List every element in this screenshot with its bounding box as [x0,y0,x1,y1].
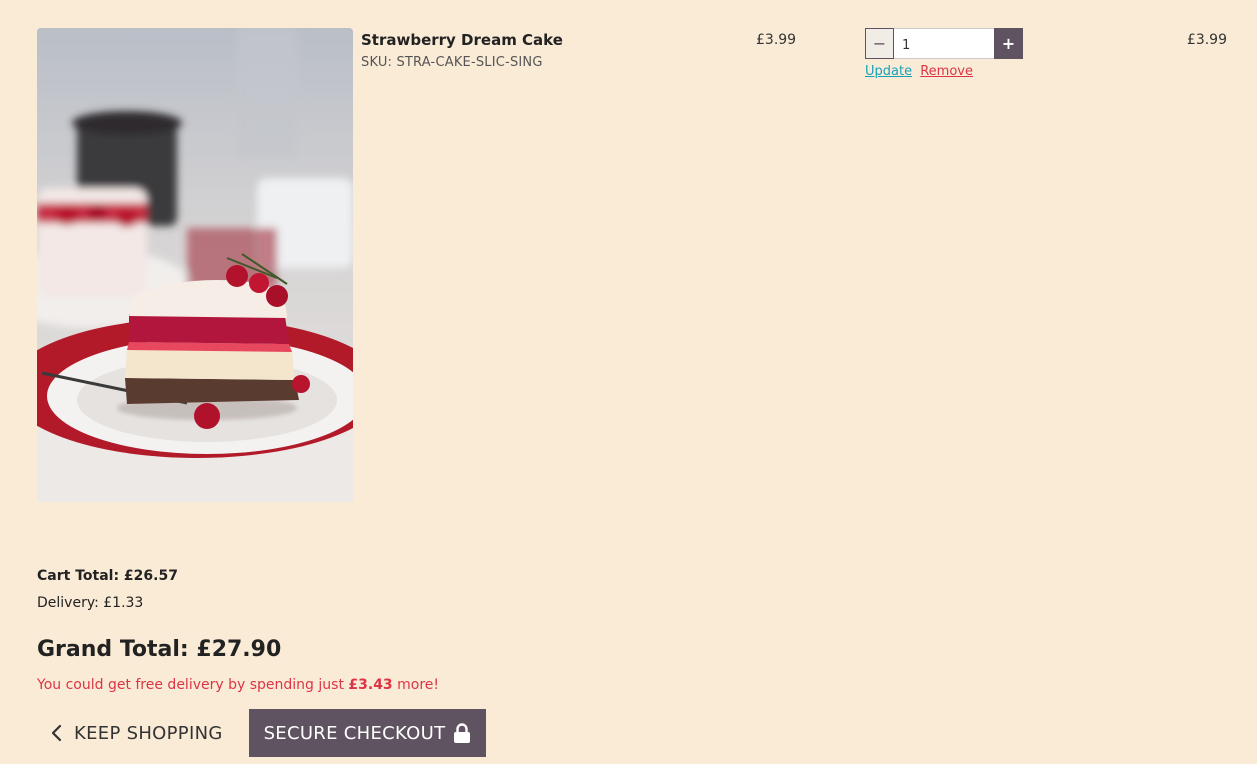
cart-total: Cart Total: £26.57 [37,568,178,584]
keep-shopping-label: KEEP SHOPPING [74,722,223,744]
line-subtotal: £3.99 [1186,32,1227,48]
chevron-left-icon [51,724,62,742]
cake-photo [37,28,353,502]
free-delivery-suffix: more! [392,677,440,693]
keep-shopping-button[interactable]: KEEP SHOPPING [50,709,223,757]
free-delivery-prefix: You could get free delivery by spending … [37,677,349,693]
product-sku: SKU: STRA-CAKE-SLIC-SING [361,55,543,70]
product-name: Strawberry Dream Cake [361,31,563,49]
grand-total: Grand Total: £27.90 [37,637,282,662]
free-delivery-amount: £3.43 [348,677,393,693]
minus-icon: − [872,34,887,53]
quantity-input[interactable] [894,28,994,59]
update-link[interactable]: Update [865,64,912,79]
quantity-increase-button[interactable]: + [994,28,1023,59]
plus-icon: + [1001,34,1016,53]
quantity-decrease-button[interactable]: − [865,28,894,59]
unit-price: £3.99 [756,32,797,48]
remove-link[interactable]: Remove [920,64,973,79]
lock-icon [454,723,471,743]
secure-checkout-label: SECURE CHECKOUT [263,722,446,744]
secure-checkout-button[interactable]: SECURE CHECKOUT [249,709,486,757]
item-actions: Update Remove [865,64,973,79]
product-image [37,28,353,502]
free-delivery-message: You could get free delivery by spending … [37,677,439,693]
quantity-stepper: − + [865,28,1023,59]
delivery-cost: Delivery: £1.33 [37,595,144,611]
